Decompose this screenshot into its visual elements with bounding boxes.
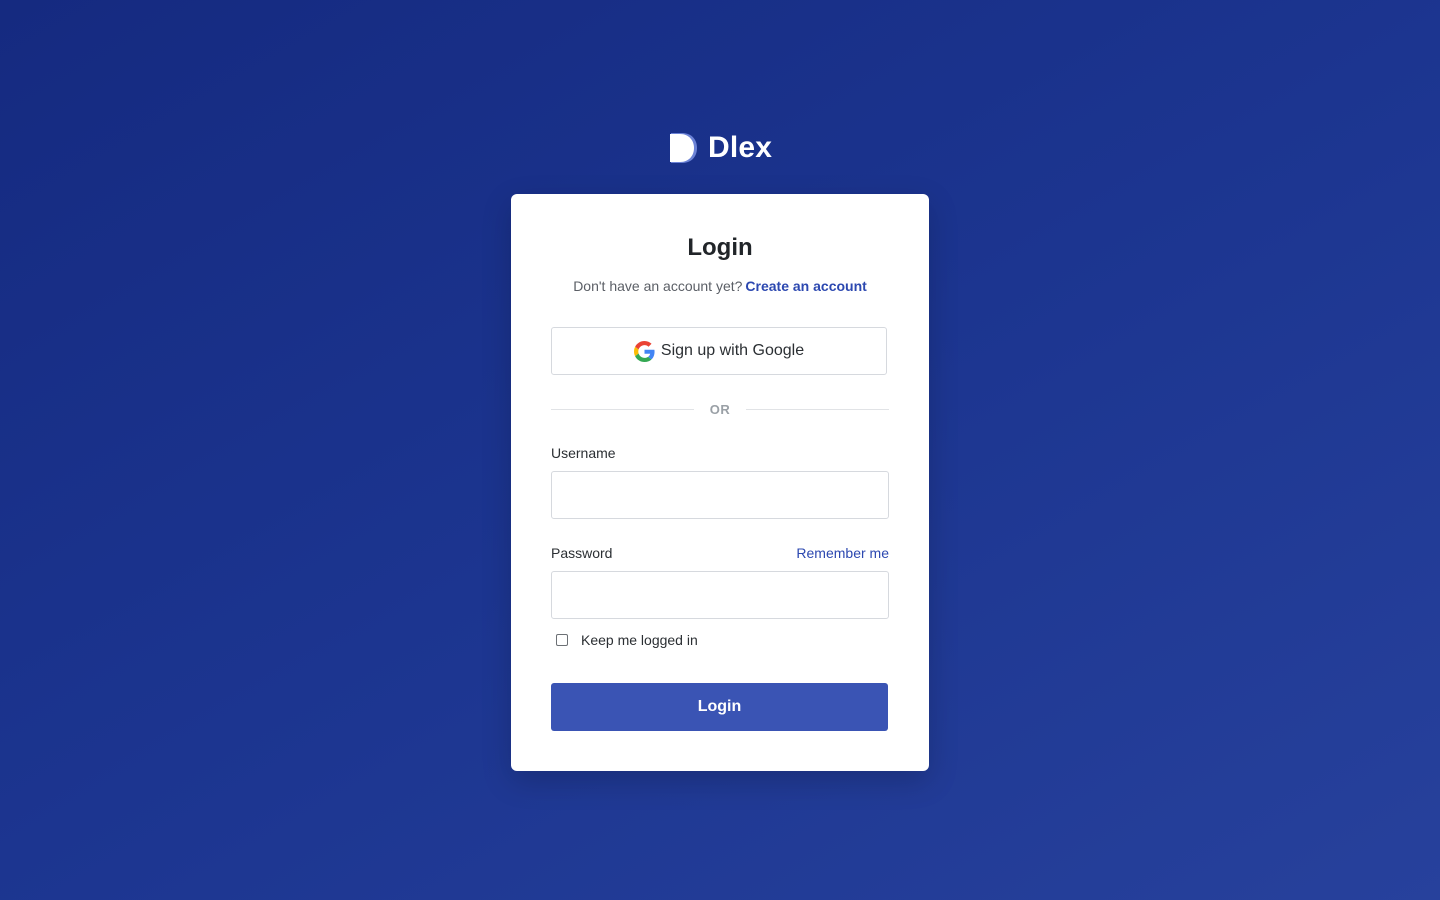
create-account-link[interactable]: Create an account bbox=[745, 278, 866, 294]
divider-line-right bbox=[746, 408, 889, 410]
keep-logged-in-checkbox[interactable] bbox=[556, 634, 568, 646]
password-input[interactable] bbox=[551, 571, 889, 619]
keep-logged-in-option[interactable]: Keep me logged in bbox=[556, 631, 698, 649]
google-button-label: Sign up with Google bbox=[660, 342, 805, 359]
login-title: Login bbox=[687, 234, 753, 261]
google-signup-button[interactable]: Sign up with Google bbox=[551, 327, 887, 375]
username-label: Username bbox=[551, 445, 616, 461]
remember-me-link[interactable]: Remember me bbox=[796, 544, 889, 562]
google-icon bbox=[633, 340, 655, 362]
brand-logo: Dlex bbox=[668, 132, 772, 164]
login-button[interactable]: Login bbox=[551, 683, 888, 731]
divider-text: OR bbox=[709, 401, 731, 417]
password-label: Password bbox=[551, 545, 613, 561]
signup-prompt: Don't have an account yet? Create an acco… bbox=[511, 276, 929, 296]
brand-name: Dlex bbox=[708, 131, 773, 164]
dlex-logo-icon bbox=[670, 133, 697, 163]
keep-logged-in-label: Keep me logged in bbox=[581, 632, 698, 648]
login-card: Login Don't have an account yet? Create a… bbox=[511, 194, 929, 771]
username-input[interactable] bbox=[551, 471, 889, 519]
divider-line-left bbox=[551, 408, 694, 410]
or-divider: OR bbox=[551, 400, 889, 418]
no-account-text: Don't have an account yet? bbox=[573, 278, 743, 294]
